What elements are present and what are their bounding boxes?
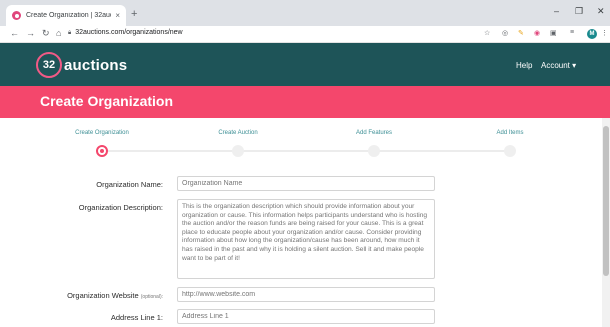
page-scrollbar[interactable] — [602, 118, 610, 327]
step-label-add-features: Add Features — [355, 130, 393, 136]
page-banner: Create Organization — [0, 86, 610, 118]
forward-arrow-icon[interactable]: → — [26, 28, 35, 38]
step-label-add-items: Add Items — [496, 130, 524, 136]
bookmark-star-icon[interactable]: ☆ — [484, 29, 490, 37]
maximize-button[interactable]: ❐ — [575, 6, 583, 17]
lock-icon: 🔒︎ — [68, 30, 72, 36]
step-dot-current — [96, 145, 108, 157]
organization-name-input[interactable] — [177, 176, 435, 191]
organization-website-label: Organization Website (optional): — [67, 291, 163, 300]
extension-box-icon[interactable]: ▣ — [550, 29, 557, 37]
logo-text: auctions — [64, 56, 128, 74]
website-label-text: Organization Website — [67, 291, 139, 300]
step-label-create-organization: Create Organization — [75, 130, 129, 136]
extension-record-icon[interactable]: ◉ — [534, 29, 540, 37]
url-text: 32auctions.com/organizations/new — [75, 29, 183, 36]
optional-hint: (optional): — [140, 294, 163, 300]
step-label-create-auction: Create Auction — [218, 130, 258, 136]
organization-description-label: Organization Description: — [78, 203, 163, 212]
progress-track — [102, 150, 510, 152]
address-line-1-label: Address Line 1: — [110, 313, 163, 322]
close-tab-icon[interactable]: × — [115, 11, 120, 20]
tab-title: Create Organization | 32auctions — [26, 12, 111, 19]
site-header: 32 auctions Help Account ▾ — [0, 43, 610, 86]
minimize-button[interactable]: – — [554, 6, 559, 16]
browser-tab[interactable]: Create Organization | 32auctions × — [6, 5, 126, 26]
site-favicon-icon — [12, 11, 21, 20]
back-arrow-icon[interactable]: ← — [10, 28, 19, 38]
browser-tab-strip: Create Organization | 32auctions × + – ❐… — [0, 0, 610, 26]
scrollbar-thumb[interactable] — [603, 126, 609, 276]
account-menu[interactable]: Account ▾ — [541, 61, 576, 70]
page-title: Create Organization — [40, 93, 174, 109]
home-icon[interactable]: ⌂ — [56, 28, 61, 38]
extension-icon[interactable]: ◎ — [502, 29, 508, 37]
organization-website-input[interactable] — [177, 287, 435, 302]
logo-mark: 32 — [36, 52, 62, 78]
address-line-1-input[interactable] — [177, 309, 435, 324]
organization-description-textarea[interactable] — [177, 199, 435, 279]
extensions-menu-icon[interactable]: ≡ — [570, 29, 574, 36]
url-field[interactable]: 🔒︎ 32auctions.com/organizations/new — [68, 29, 183, 37]
window-close-button[interactable]: ✕ — [597, 6, 605, 17]
browser-menu-icon[interactable]: ⋮ — [601, 29, 608, 37]
step-dot — [232, 145, 244, 157]
site-logo[interactable]: 32 auctions — [36, 52, 127, 78]
extension-pen-icon[interactable]: ✎ — [518, 29, 524, 37]
new-tab-button[interactable]: + — [131, 8, 137, 20]
help-link[interactable]: Help — [516, 61, 532, 70]
reload-icon[interactable]: ↻ — [42, 28, 50, 39]
address-bar: ← → ↻ ⌂ 🔒︎ 32auctions.com/organizations/n… — [0, 26, 610, 43]
step-dot — [504, 145, 516, 157]
organization-name-label: Organization Name: — [96, 180, 163, 189]
step-dot — [368, 145, 380, 157]
profile-avatar[interactable]: M — [587, 29, 597, 39]
